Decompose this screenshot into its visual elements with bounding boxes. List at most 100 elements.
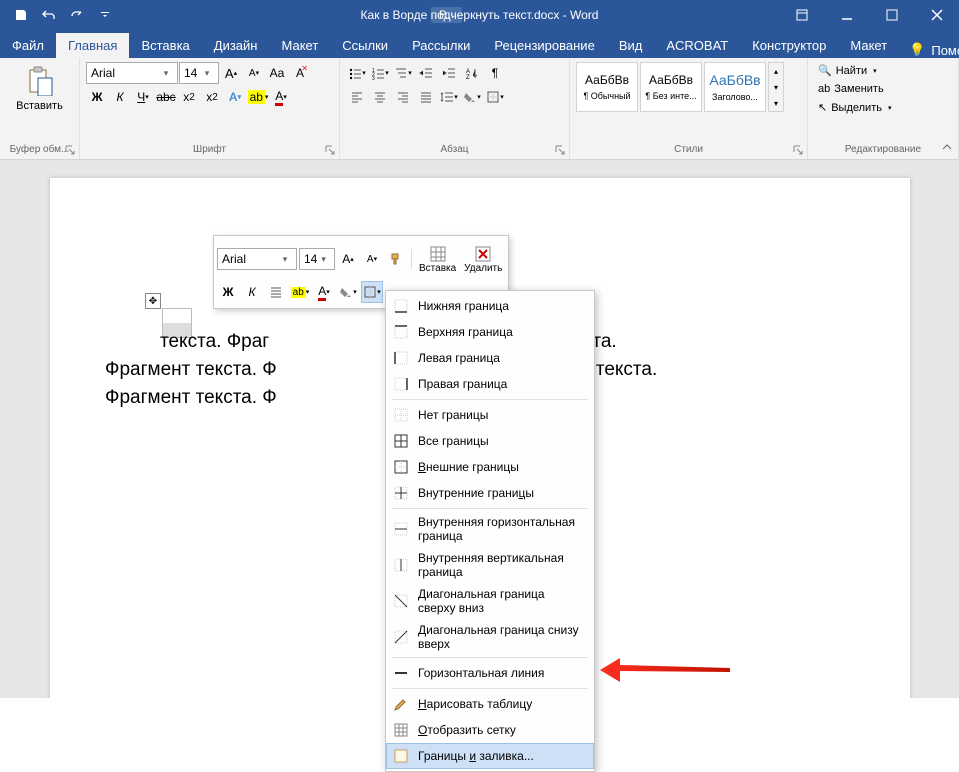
menu-bottom-border[interactable]: Нижняя граница (386, 293, 594, 319)
menu-draw-table[interactable]: Нарисовать таблицу (386, 691, 594, 717)
mini-borders-button[interactable]: ▾ (361, 281, 383, 303)
menu-left-border[interactable]: Левая граница (386, 345, 594, 371)
shrink-font-button[interactable]: A▾ (243, 62, 265, 84)
italic-button[interactable]: К (109, 86, 131, 108)
superscript-button[interactable]: x2 (201, 86, 223, 108)
decrease-indent-button[interactable] (415, 62, 437, 84)
mini-align[interactable] (265, 281, 287, 303)
align-center-button[interactable] (369, 86, 391, 108)
save-button[interactable] (8, 2, 34, 28)
grow-font-button[interactable]: A▴ (220, 62, 242, 84)
maximize-button[interactable] (869, 0, 914, 30)
menu-inside-v-border[interactable]: Внутренняя вертикальная граница (386, 547, 594, 583)
menu-inside-h-border[interactable]: Внутренняя горизонтальная граница (386, 511, 594, 547)
mini-size-combo[interactable]: 14▾ (299, 248, 335, 270)
tell-me[interactable]: 💡 Помощь... (899, 42, 959, 58)
tab-insert[interactable]: Вставка (129, 33, 201, 58)
paragraph-dialog-launcher[interactable] (553, 143, 567, 157)
subscript-button[interactable]: x2 (178, 86, 200, 108)
mini-delete-button[interactable]: Удалить (461, 239, 505, 279)
bullets-button[interactable]: ▾ (346, 62, 368, 84)
mini-font-color[interactable]: A▾ (313, 281, 335, 303)
clipboard-dialog-launcher[interactable] (63, 143, 77, 157)
menu-outside-borders[interactable]: ВВнешние границынешние границы (386, 454, 594, 480)
styles-group-label: Стили (576, 142, 801, 157)
tab-references[interactable]: Ссылки (330, 33, 400, 58)
styles-expand[interactable]: ▾ (769, 95, 783, 111)
line-spacing-button[interactable]: ▾ (438, 86, 460, 108)
tab-view[interactable]: Вид (607, 33, 655, 58)
increase-indent-button[interactable] (438, 62, 460, 84)
menu-inside-borders[interactable]: Внутренние границы (386, 480, 594, 506)
borders-button[interactable]: ▾ (484, 86, 506, 108)
styles-scroll-down[interactable]: ▾ (769, 79, 783, 95)
menu-diag-up-border[interactable]: Диагональная граница снизу вверх (386, 619, 594, 655)
mini-bold[interactable]: Ж (217, 281, 239, 303)
align-right-button[interactable] (392, 86, 414, 108)
tab-file[interactable]: Файл (0, 33, 56, 58)
styles-gallery[interactable]: АаБбВв¶ Обычный АаБбВв¶ Без инте... АаБб… (576, 62, 801, 112)
replace-button[interactable]: abЗаменить (814, 81, 952, 97)
align-left-button[interactable] (346, 86, 368, 108)
shading-button[interactable]: ▾ (461, 86, 483, 108)
styles-scroll-up[interactable]: ▴ (769, 63, 783, 79)
style-heading1[interactable]: АаБбВвЗаголово... (704, 62, 766, 112)
tab-review[interactable]: Рецензирование (482, 33, 606, 58)
clear-format-button[interactable]: A✕ (289, 62, 311, 84)
mini-format-painter[interactable] (385, 248, 407, 270)
sort-button[interactable]: AZ (461, 62, 483, 84)
menu-top-border[interactable]: Верхняя граница (386, 319, 594, 345)
underline-button[interactable]: Ч▾ (132, 86, 154, 108)
menu-all-borders[interactable]: Все границы (386, 428, 594, 454)
paste-button[interactable]: Вставить (6, 62, 73, 116)
close-button[interactable] (914, 0, 959, 30)
table-move-handle[interactable]: ✥ (145, 293, 161, 309)
editing-group-label: Редактирование (814, 142, 952, 157)
menu-borders-and-shading[interactable]: Границы и заливка... (386, 743, 594, 769)
style-normal[interactable]: АаБбВв¶ Обычный (576, 62, 638, 112)
undo-button[interactable] (36, 2, 62, 28)
tab-acrobat[interactable]: ACROBAT (654, 33, 740, 58)
font-dialog-launcher[interactable] (323, 143, 337, 157)
strikethrough-button[interactable]: abc (155, 86, 177, 108)
mini-insert-button[interactable]: Вставка (416, 239, 459, 279)
ribbon-options-button[interactable] (779, 0, 824, 30)
style-no-spacing[interactable]: АаБбВв¶ Без инте... (640, 62, 702, 112)
find-button[interactable]: 🔍Найти▾ (814, 62, 952, 79)
tab-layout2[interactable]: Макет (838, 33, 899, 58)
menu-diag-down-border[interactable]: Диагональная граница сверху вниз (386, 583, 594, 619)
bold-button[interactable]: Ж (86, 86, 108, 108)
menu-no-border[interactable]: Нет границы (386, 402, 594, 428)
diag-up-icon (392, 628, 410, 646)
numbering-button[interactable]: 123▾ (369, 62, 391, 84)
redo-button[interactable] (64, 2, 90, 28)
font-family-combo[interactable]: Arial▾ (86, 62, 178, 84)
qat-customize-button[interactable] (92, 2, 118, 28)
change-case-button[interactable]: Aa (266, 62, 288, 84)
tab-mailings[interactable]: Рассылки (400, 33, 482, 58)
tab-layout[interactable]: Макет (269, 33, 330, 58)
justify-button[interactable] (415, 86, 437, 108)
menu-horizontal-line[interactable]: Горизонтальная линия (386, 660, 594, 686)
tab-design[interactable]: Дизайн (202, 33, 270, 58)
mini-shading[interactable]: ▾ (337, 281, 359, 303)
mini-grow-font[interactable]: A▴ (337, 248, 359, 270)
collapse-ribbon-button[interactable] (941, 141, 953, 153)
mini-font-combo[interactable]: Arial▾ (217, 248, 297, 270)
font-size-combo[interactable]: 14▾ (179, 62, 219, 84)
select-button[interactable]: ↖Выделить▾ (814, 99, 952, 116)
styles-dialog-launcher[interactable] (791, 143, 805, 157)
tab-constructor[interactable]: Конструктор (740, 33, 838, 58)
menu-view-gridlines[interactable]: Отобразить сетку (386, 717, 594, 743)
mini-highlight[interactable]: ab▾ (289, 281, 311, 303)
minimize-button[interactable] (824, 0, 869, 30)
tab-home[interactable]: Главная (56, 33, 129, 58)
text-effects-button[interactable]: A▾ (224, 86, 246, 108)
font-color-button[interactable]: A▾ (270, 86, 292, 108)
menu-right-border[interactable]: Правая граница (386, 371, 594, 397)
show-marks-button[interactable]: ¶ (484, 62, 506, 84)
mini-italic[interactable]: К (241, 281, 263, 303)
mini-shrink-font[interactable]: A▾ (361, 248, 383, 270)
highlight-button[interactable]: ab▾ (247, 86, 269, 108)
multilevel-button[interactable]: ▾ (392, 62, 414, 84)
